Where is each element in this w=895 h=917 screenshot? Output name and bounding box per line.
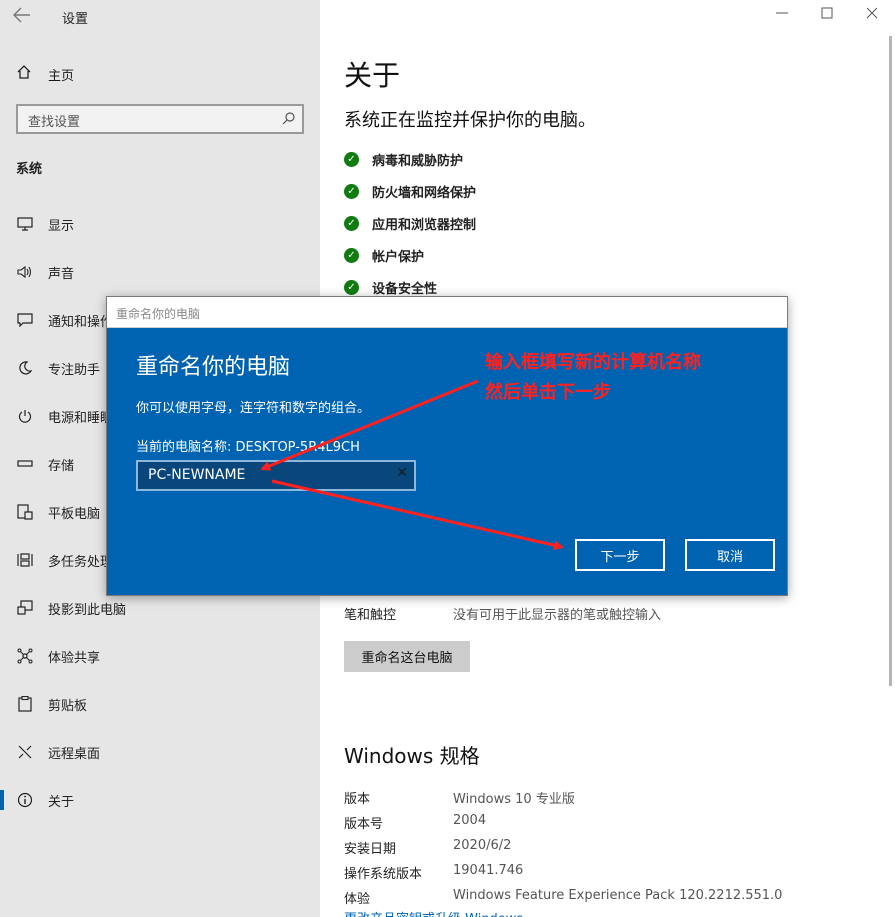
sidebar-item-shared-experiences[interactable]: 体验共享 [0, 639, 320, 673]
sidebar-item-label: 显示 [48, 219, 75, 234]
sidebar-item-label: 多任务处理 [48, 555, 114, 570]
sidebar-item-label: 平板电脑 [48, 507, 101, 522]
sidebar-item-label: 体验共享 [48, 651, 101, 666]
spec-value: 2020/6/2 [453, 838, 512, 853]
dialog-description: 你可以使用字母，连字符和数字的组合。 [136, 401, 371, 416]
spec-value: 19041.746 [453, 863, 524, 878]
close-icon[interactable] [862, 6, 882, 26]
cancel-button[interactable]: 取消 [685, 539, 775, 571]
security-item-label: 应用和浏览器控制 [372, 217, 477, 233]
sidebar-item-label: 电源和睡眠 [48, 411, 114, 426]
minimize-icon[interactable] [772, 6, 792, 26]
spec-key: 操作系统版本 [344, 867, 423, 882]
section-heading: 系统 [16, 162, 43, 177]
spec-key: 笔和触控 [344, 608, 397, 623]
next-button[interactable]: 下一步 [575, 539, 665, 571]
speaker-icon [16, 263, 34, 281]
spec-value: 没有可用于此显示器的笔或触控输入 [453, 608, 662, 623]
page-title: 关于 [344, 59, 401, 92]
tablet-icon [16, 503, 34, 521]
windows-spec-heading: Windows 规格 [344, 744, 480, 768]
spec-key: 安装日期 [344, 842, 397, 857]
check-circle-icon: ✓ [344, 215, 359, 231]
dialog-titlebar: 重命名你的电脑 [107, 297, 787, 328]
page-subtitle: 系统正在监控并保护你的电脑。 [344, 110, 596, 131]
scrollbar[interactable] [889, 36, 892, 686]
app-title: 设置 [62, 12, 89, 27]
multitask-icon [16, 551, 34, 569]
security-item-label: 病毒和威胁防护 [372, 153, 464, 169]
check-circle-icon: ✓ [344, 151, 359, 167]
sidebar-item-remote-desktop[interactable]: 远程桌面 [0, 735, 320, 769]
moon-icon [16, 359, 34, 377]
sidebar-item-label: 声音 [48, 267, 75, 282]
clear-icon[interactable]: ✕ [396, 465, 408, 481]
sidebar-item-sound[interactable]: 声音 [0, 255, 320, 289]
spec-value: 2004 [453, 813, 487, 828]
security-item[interactable]: ✓ 应用和浏览器控制 [344, 213, 476, 233]
annotation-line-2: 然后单击下一步 [485, 382, 611, 403]
security-item-label: 设备安全性 [372, 281, 438, 297]
maximize-icon[interactable] [817, 6, 837, 26]
check-circle-icon: ✓ [344, 183, 359, 199]
project-icon [16, 599, 34, 617]
rename-pc-button[interactable]: 重命名这台电脑 [344, 641, 470, 672]
change-product-key-link[interactable]: 更改产品密钥或升级 Windows [344, 908, 523, 917]
remote-icon [16, 743, 34, 761]
sidebar-item-label: 远程桌面 [48, 747, 101, 762]
current-pc-name: 当前的电脑名称: DESKTOP-5R4L9CH [136, 440, 360, 455]
info-icon [16, 791, 34, 809]
sidebar-item-projecting[interactable]: 投影到此电脑 [0, 591, 320, 625]
sidebar-item-about[interactable]: 关于 [0, 783, 320, 817]
check-circle-icon: ✓ [344, 279, 359, 295]
security-item[interactable]: ✓ 帐户保护 [344, 245, 424, 265]
monitor-icon [16, 215, 34, 233]
sidebar-item-label: 关于 [48, 795, 75, 810]
check-circle-icon: ✓ [344, 247, 359, 263]
search-icon[interactable] [282, 110, 296, 125]
spec-key: 版本号 [344, 817, 384, 832]
spec-value: Windows Feature Experience Pack 120.2212… [453, 888, 783, 903]
rename-dialog: 重命名你的电脑 重命名你的电脑 你可以使用字母，连字符和数字的组合。 当前的电脑… [106, 296, 788, 596]
notification-icon [16, 311, 34, 329]
security-item[interactable]: ✓ 设备安全性 [344, 277, 437, 297]
security-item-label: 防火墙和网络保护 [372, 185, 477, 201]
clipboard-icon [16, 695, 34, 713]
new-name-value: PC-NEWNAME [148, 467, 246, 483]
dialog-heading: 重命名你的电脑 [136, 355, 291, 380]
home-nav[interactable]: 主页 [16, 62, 74, 86]
home-icon [16, 64, 36, 84]
sidebar-item-label: 存储 [48, 459, 75, 474]
security-item-label: 帐户保护 [372, 249, 425, 265]
search-placeholder: 查找设置 [28, 115, 81, 130]
sidebar-item-clipboard[interactable]: 剪贴板 [0, 687, 320, 721]
sidebar-item-label: 投影到此电脑 [48, 603, 127, 618]
spec-value: Windows 10 专业版 [453, 792, 575, 807]
storage-icon [16, 455, 34, 473]
annotation-line-1: 输入框填写新的计算机名称 [485, 352, 701, 373]
home-label: 主页 [48, 68, 75, 84]
spec-key: 体验 [344, 892, 371, 907]
settings-search-input[interactable]: 查找设置 [16, 104, 304, 134]
active-indicator [0, 790, 4, 810]
sidebar-item-label: 剪贴板 [48, 699, 88, 714]
back-arrow-icon[interactable] [12, 6, 36, 26]
spec-key: 版本 [344, 792, 371, 807]
sidebar-item-display[interactable]: 显示 [0, 207, 320, 241]
dialog-titlebar-text: 重命名你的电脑 [116, 307, 201, 321]
share-icon [16, 647, 34, 665]
sidebar-item-label: 专注助手 [48, 363, 101, 378]
power-icon [16, 407, 34, 425]
security-item[interactable]: ✓ 病毒和威胁防护 [344, 149, 463, 169]
new-name-input[interactable]: PC-NEWNAME ✕ [136, 460, 416, 491]
sidebar-item-label: 通知和操作 [48, 315, 114, 330]
security-item[interactable]: ✓ 防火墙和网络保护 [344, 181, 476, 201]
